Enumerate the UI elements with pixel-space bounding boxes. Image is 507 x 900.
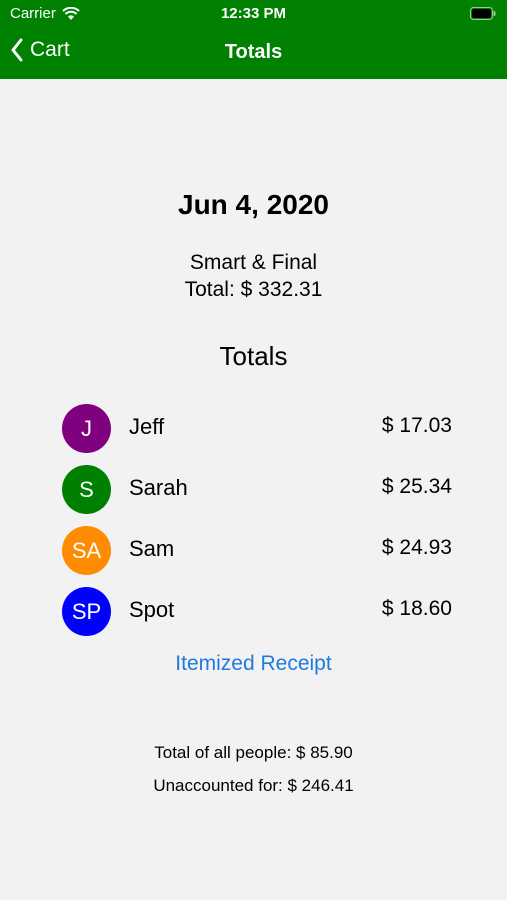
status-bar: Carrier 12:33 PM [0, 0, 507, 28]
person-row: J Jeff $ 17.03 [62, 402, 452, 463]
person-name: Sarah [129, 475, 188, 500]
store-info: Smart & Final Total: $ 332.31 [0, 249, 507, 303]
avatar: SA [62, 526, 111, 575]
person-row: SP Spot $ 18.60 [62, 585, 452, 646]
summary: Total of all people: $ 85.90 Unaccounted… [0, 736, 507, 802]
total-all-people: Total of all people: $ 85.90 [154, 743, 353, 762]
battery-icon [470, 7, 496, 20]
receipt-date: Jun 4, 2020 [178, 189, 329, 220]
totals-heading: Totals [219, 341, 288, 371]
avatar: SP [62, 587, 111, 636]
person-amount: $ 25.34 [381, 475, 452, 498]
receipt-total: Total: $ 332.31 [184, 278, 323, 301]
store-name: Smart & Final [189, 251, 318, 274]
avatar: S [62, 465, 111, 514]
person-row: SA Sam $ 24.93 [62, 524, 452, 585]
person-amount: $ 18.60 [381, 597, 452, 620]
status-time: 12:33 PM [220, 5, 287, 22]
nav-header: Cart Totals [0, 28, 507, 79]
person-name: Sam [129, 536, 175, 561]
person-name: Jeff [129, 414, 165, 439]
navigation-bar: Carrier 12:33 PM Cart Totals [0, 0, 507, 79]
person-amount: $ 24.93 [381, 536, 452, 559]
page-title: Totals [224, 41, 283, 63]
people-list: J Jeff $ 17.03 S Sarah $ 25.34 SA Sam $ … [62, 402, 452, 646]
person-row: S Sarah $ 25.34 [62, 463, 452, 524]
person-name: Spot [129, 597, 175, 622]
avatar: J [62, 404, 111, 453]
itemized-receipt-link[interactable]: Itemized Receipt [0, 652, 507, 676]
person-amount: $ 17.03 [381, 414, 452, 437]
unaccounted-amount: Unaccounted for: $ 246.41 [153, 776, 354, 795]
